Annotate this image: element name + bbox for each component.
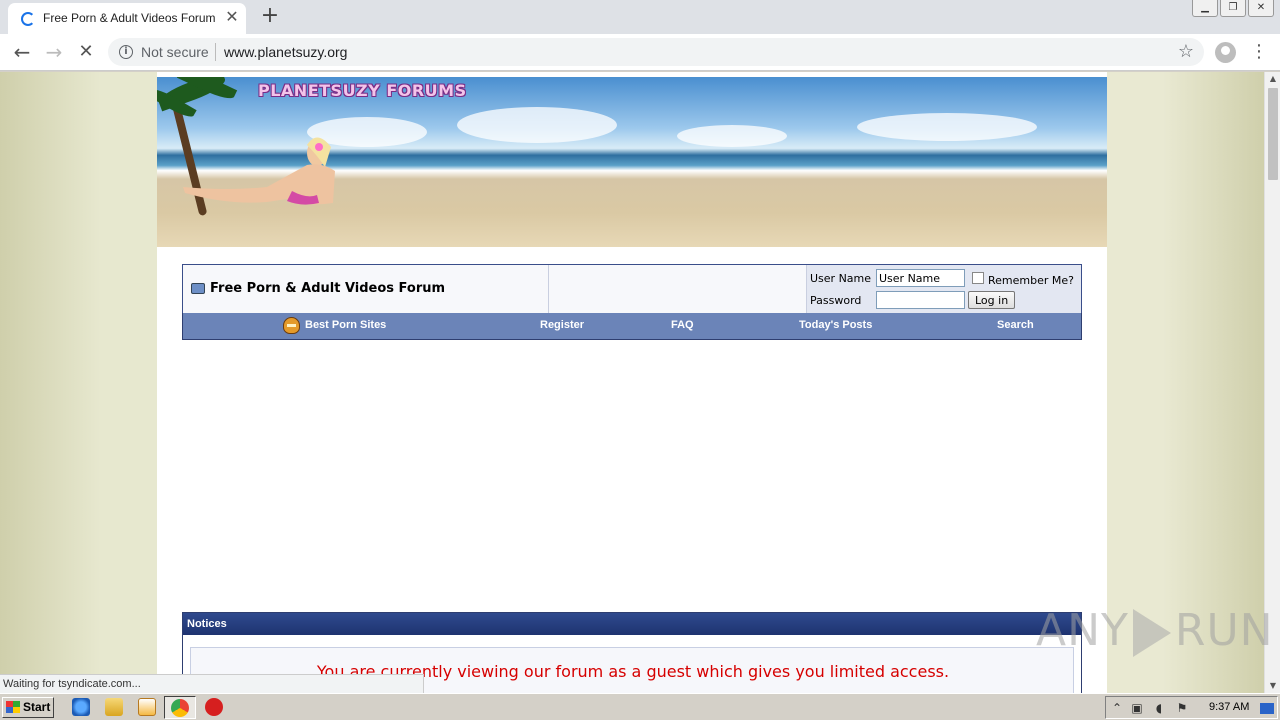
nav-todays-posts[interactable]: Today's Posts: [799, 319, 872, 331]
divider: [215, 43, 216, 61]
page-scrollbar[interactable]: ▲ ▼: [1264, 72, 1280, 693]
forum-title-link[interactable]: Free Porn & Adult Videos Forum: [210, 281, 445, 296]
sites-icon: [283, 317, 300, 334]
forum-banner[interactable]: PLANETSUZY FORUMS: [157, 77, 1107, 247]
close-window-button[interactable]: ✕: [1248, 0, 1274, 17]
show-desktop-icon[interactable]: [1260, 703, 1274, 714]
window-controls: ▁ ❐ ✕: [1190, 0, 1274, 18]
status-bubble: Waiting for tsyndicate.com...: [0, 674, 424, 693]
profile-avatar-icon[interactable]: [1215, 42, 1236, 63]
url-text[interactable]: www.planetsuzy.org: [224, 44, 347, 60]
stop-loading-icon[interactable]: ✕: [74, 41, 98, 65]
windows-taskbar: Start ⌃ ▣ ◖ ⚑ 9:37 AM: [0, 693, 1280, 720]
network-icon[interactable]: ▣: [1130, 701, 1144, 715]
start-label: Start: [23, 700, 51, 714]
watermark-left: ANY: [1036, 605, 1129, 656]
tray-expand-icon[interactable]: ⌃: [1110, 701, 1124, 715]
address-bar[interactable]: i Not secure www.planetsuzy.org ☆: [108, 38, 1204, 66]
windows-logo-icon: [6, 701, 20, 713]
loading-spinner-icon: [21, 12, 35, 26]
nav-register[interactable]: Register: [540, 319, 584, 331]
taskbar-clock[interactable]: 9:37 AM: [1209, 701, 1249, 713]
start-button[interactable]: Start: [2, 697, 54, 718]
notices-heading: Notices: [183, 613, 1081, 635]
nav-best-porn-sites[interactable]: Best Porn Sites: [305, 319, 386, 331]
bookmark-star-icon[interactable]: ☆: [1178, 41, 1194, 62]
play-logo-icon: [1132, 609, 1171, 657]
new-tab-button[interactable]: +: [259, 5, 281, 27]
info-icon[interactable]: i: [119, 45, 133, 59]
file-explorer-icon[interactable]: [105, 698, 123, 716]
beach-figure-illustration: [183, 137, 335, 205]
tab-title: Free Porn & Adult Videos Forum: [43, 11, 216, 25]
scroll-thumb[interactable]: [1268, 88, 1278, 180]
internet-explorer-icon[interactable]: [72, 698, 90, 716]
media-player-icon[interactable]: [138, 698, 156, 716]
banner-logo: PLANETSUZY FORUMS: [258, 81, 467, 100]
minimize-button[interactable]: ▁: [1192, 0, 1218, 17]
password-label: Password: [810, 294, 862, 307]
forum-title-cell: Free Porn & Adult Videos Forum: [183, 265, 549, 313]
back-arrow-icon[interactable]: ←: [10, 41, 34, 65]
system-tray: ⌃ ▣ ◖ ⚑ 9:37 AM: [1105, 696, 1278, 719]
password-input[interactable]: [876, 291, 965, 309]
security-label: Not secure: [141, 44, 209, 60]
username-label: User Name: [810, 272, 872, 285]
forum-header: Free Porn & Adult Videos Forum User Name…: [182, 264, 1082, 314]
scroll-down-icon[interactable]: ▼: [1265, 679, 1280, 693]
restore-button[interactable]: ❐: [1220, 0, 1246, 17]
browser-toolbar: ← → ✕ i Not secure www.planetsuzy.org ☆ …: [0, 34, 1280, 71]
forum-page: PLANETSUZY FORUMS Free Porn & Adult Vide…: [157, 72, 1107, 693]
forum-navbar: Best Porn Sites Register FAQ Today's Pos…: [182, 313, 1082, 340]
menu-kebab-icon[interactable]: ⋮: [1250, 41, 1268, 65]
browser-tab[interactable]: Free Porn & Adult Videos Forum ✕: [8, 3, 246, 34]
watermark-right: RUN: [1174, 605, 1274, 656]
login-button[interactable]: Log in: [968, 291, 1016, 309]
opera-icon[interactable]: [205, 698, 223, 716]
nav-faq[interactable]: FAQ: [671, 319, 694, 331]
folder-icon: [191, 283, 205, 294]
remember-me-label: Remember Me?: [988, 274, 1074, 287]
tab-close-icon[interactable]: ✕: [224, 9, 240, 25]
scroll-up-icon[interactable]: ▲: [1265, 72, 1280, 86]
forward-arrow-icon[interactable]: →: [42, 41, 66, 65]
username-input[interactable]: [876, 269, 965, 287]
anyrun-watermark: ANY RUN: [1036, 605, 1274, 657]
action-center-flag-icon[interactable]: ⚑: [1175, 701, 1189, 715]
tab-strip: Free Porn & Adult Videos Forum ✕ + ▁ ❐ ✕: [0, 0, 1280, 34]
header-spacer-cell: [549, 265, 807, 313]
volume-icon[interactable]: ◖: [1152, 701, 1166, 715]
nav-search[interactable]: Search: [997, 319, 1034, 331]
login-form: User Name Remember Me? Password Log in: [807, 265, 1081, 313]
remember-me-checkbox[interactable]: [972, 272, 984, 284]
page-viewport: PLANETSUZY FORUMS Free Porn & Adult Vide…: [0, 72, 1264, 693]
chrome-icon: [171, 699, 189, 717]
chrome-taskbar-button[interactable]: [164, 696, 196, 719]
